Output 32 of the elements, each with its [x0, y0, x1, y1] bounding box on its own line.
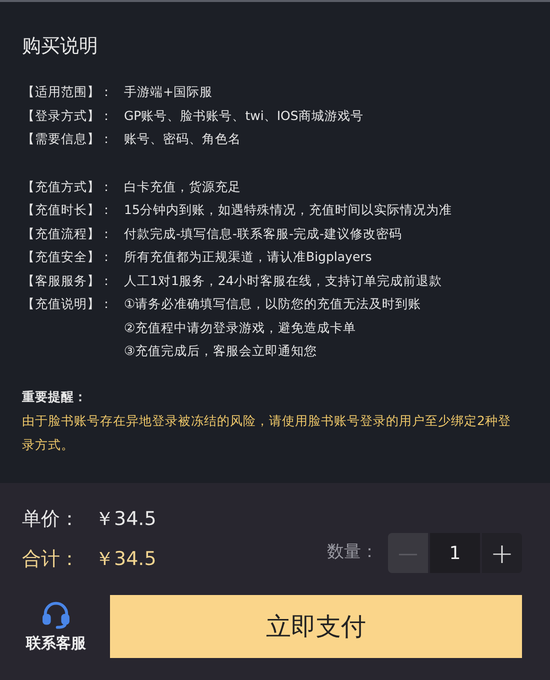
info-value: 手游端+国际服 — [124, 83, 212, 101]
total-label: 合计： — [22, 547, 79, 572]
info-value: 所有充值都为正规渠道，请认准Bigplayers — [124, 248, 372, 266]
pay-button[interactable]: 立即支付 — [110, 595, 522, 658]
info-label: 【充值方式】： — [22, 178, 114, 196]
info-label: 【充值安全】： — [22, 248, 114, 266]
notice-text: 由于脸书账号存在异地登录被冻结的风险，请使用脸书账号登录的用户至少绑定2种登录方式。 — [22, 412, 512, 454]
unit-price-label: 单价： — [22, 507, 79, 532]
info-label: 【充值时长】： — [22, 201, 114, 219]
info-label: 【登录方式】： — [22, 106, 114, 124]
info-value: 账号、密码、角色名 — [124, 130, 241, 148]
quantity-field[interactable]: 1 — [430, 533, 480, 573]
info-value: 人工1对1服务，24小时客服在线，支持订单完成前退款 — [124, 272, 442, 290]
quantity-label: 数量： — [327, 541, 378, 564]
section-title: 购买说明 — [22, 34, 99, 59]
notice-heading: 重要提醒： — [22, 388, 88, 406]
info-label: 【充值说明】： — [22, 295, 114, 313]
info-value: 白卡充值，货源充足 — [124, 178, 241, 196]
info-value: 付款完成-填写信息-联系客服-完成-建议修改密码 — [124, 224, 402, 242]
info-value: GP账号、脸书账号、twi、IOS商城游戏号 — [124, 106, 364, 124]
unit-price-value: ￥34.5 — [95, 507, 156, 532]
increase-button[interactable]: + — [482, 533, 522, 573]
total-value: ￥34.5 — [95, 547, 156, 572]
info-label: 【客服服务】： — [22, 272, 114, 290]
contact-service-button[interactable]: 联系客服 — [18, 598, 94, 655]
info-value: ②充值程中请勿登录游戏，避免造成卡单 — [124, 318, 358, 336]
info-label: 【充值流程】： — [22, 224, 114, 242]
info-value: 15分钟内到账，如遇特殊情况，充值时间以实际情况为准 — [124, 201, 452, 219]
info-label: 【需要信息】： — [22, 130, 114, 148]
info-label: 【适用范围】： — [22, 83, 114, 101]
info-value: ③充值完成后，客服会立即通知您 — [124, 342, 318, 360]
info-value: ①请务必准确填写信息，以防您的充值无法及时到账 — [124, 295, 422, 313]
